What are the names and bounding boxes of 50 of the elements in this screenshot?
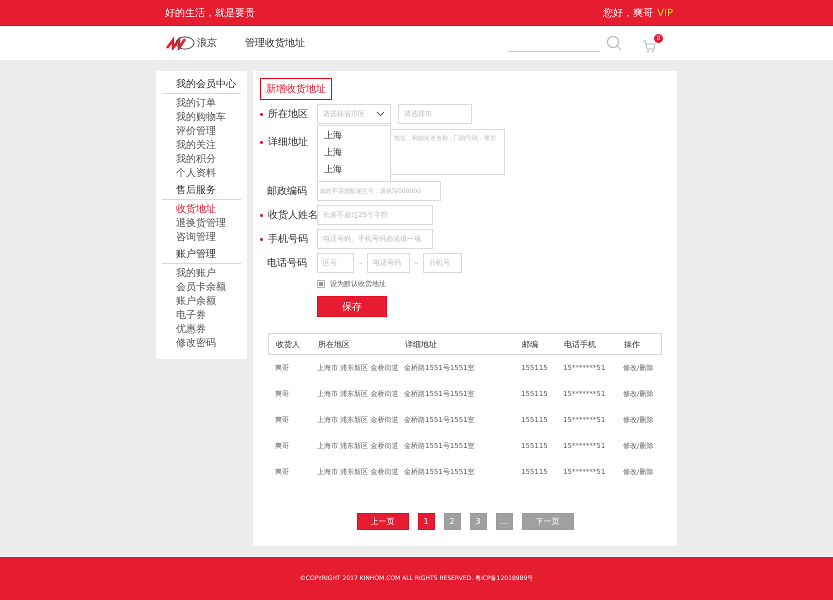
sidebar-heading: 售后服务 bbox=[162, 183, 241, 200]
sidebar-item[interactable]: 我的积分 bbox=[162, 153, 241, 167]
separator: - bbox=[359, 258, 362, 268]
column-header: 收货人 bbox=[276, 338, 301, 350]
field-label: 所在地区 bbox=[260, 107, 317, 121]
logo-text: 浪京 bbox=[197, 36, 217, 50]
field-label: 电话号码 bbox=[266, 256, 308, 270]
sidebar-item[interactable]: 我的关注 bbox=[162, 139, 241, 153]
column-header: 操作 bbox=[624, 338, 641, 350]
sidebar-item[interactable]: 评价管理 bbox=[162, 125, 241, 139]
column-header: 详细地址 bbox=[405, 338, 438, 350]
sidebar-item[interactable]: 我的账户 bbox=[162, 267, 241, 281]
sidebar-item[interactable]: 优惠券 bbox=[162, 323, 241, 337]
sidebar-item[interactable]: 退换货管理 bbox=[162, 217, 241, 231]
sidebar-item[interactable]: 咨询管理 bbox=[162, 231, 241, 245]
sidebar-item[interactable]: 我的订单 bbox=[162, 97, 241, 111]
sidebar-heading: 我的会员中心 bbox=[162, 77, 241, 94]
logo-icon bbox=[165, 36, 195, 50]
sidebar-item[interactable]: 个人资料 bbox=[162, 167, 241, 181]
page-title: 管理收货地址 bbox=[245, 36, 305, 50]
column-header: 电话手机 bbox=[564, 338, 597, 350]
dropdown-option[interactable]: 上海 bbox=[318, 145, 390, 162]
sidebar-item[interactable]: 我的购物车 bbox=[162, 111, 241, 125]
field-label: 收货人姓名 bbox=[260, 208, 317, 222]
default-checkbox[interactable] bbox=[317, 280, 325, 288]
sidebar-item[interactable]: 会员卡余额 bbox=[162, 281, 241, 295]
search-icon[interactable] bbox=[606, 35, 622, 51]
required-dot-icon bbox=[260, 238, 263, 241]
column-header: 邮编 bbox=[522, 338, 539, 350]
field-label: 邮政编码 bbox=[266, 184, 308, 198]
greeting: 您好，爽哥 VIP bbox=[603, 6, 673, 20]
sidebar-item[interactable]: 电子券 bbox=[162, 309, 241, 323]
field-label: 详细地址 bbox=[260, 129, 317, 149]
caret-icon bbox=[376, 111, 385, 117]
sidebar-item[interactable]: 修改密码 bbox=[162, 337, 241, 351]
separator: - bbox=[414, 258, 418, 268]
sidebar-item[interactable]: 收货地址 bbox=[162, 203, 241, 217]
page-button[interactable]: 1 bbox=[418, 513, 434, 530]
prev-page-button[interactable]: 上一页 bbox=[356, 513, 408, 530]
form-tab[interactable]: 新增收货地址 bbox=[260, 78, 332, 100]
save-button[interactable]: 保存 bbox=[317, 296, 387, 317]
dropdown-option[interactable]: 上海 bbox=[318, 128, 390, 145]
sidebar-item[interactable]: 账户余额 bbox=[162, 295, 241, 309]
column-header: 所在地区 bbox=[318, 338, 351, 350]
slogan: 好的生活，就是要贵 bbox=[165, 6, 255, 20]
required-dot-icon bbox=[260, 140, 263, 144]
required-dot-icon bbox=[260, 112, 263, 116]
field-label: 手机号码 bbox=[260, 232, 317, 246]
sidebar-heading: 账户管理 bbox=[162, 247, 241, 264]
required-dot-icon bbox=[260, 214, 263, 217]
